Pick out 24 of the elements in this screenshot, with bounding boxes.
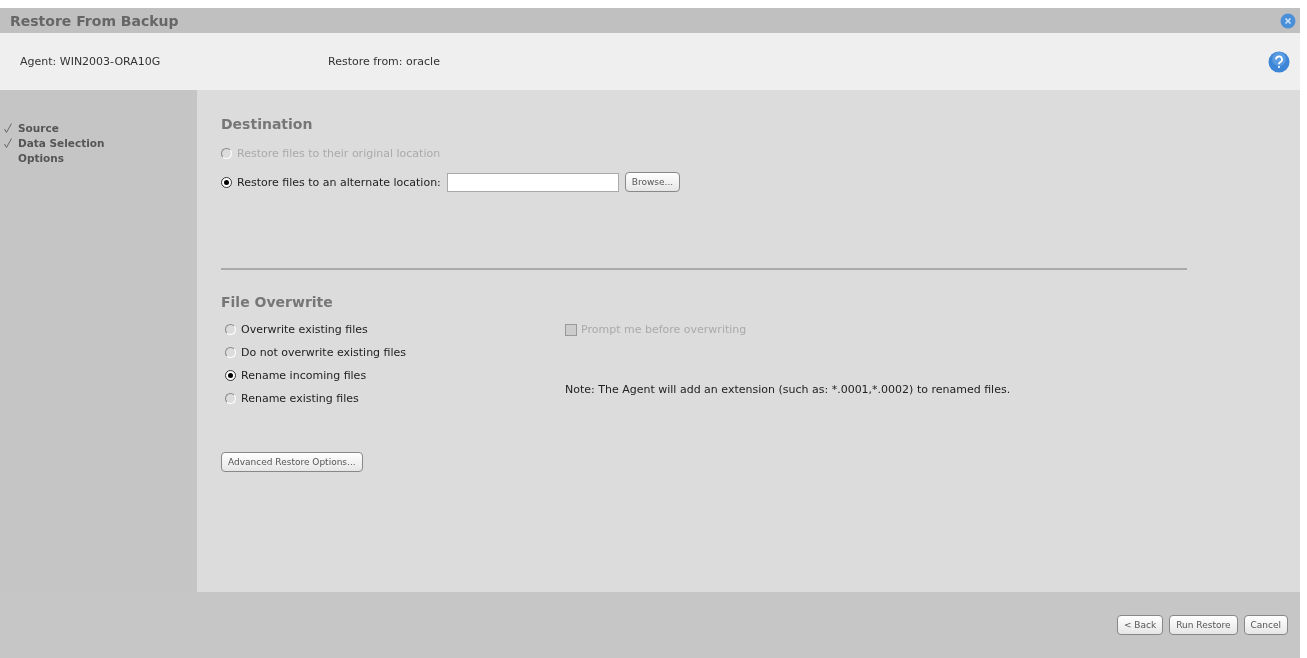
radio-button[interactable]: Restore files to an alternate location: [221,175,441,189]
radio-button[interactable]: Rename incoming files [225,369,565,382]
footer-button[interactable]: Cancel [1243,615,1288,635]
advanced-options-button[interactable]: Advanced Restore Options... [221,452,363,472]
sidebar-item[interactable]: Options [18,151,64,164]
footer-button[interactable]: < Back [1116,615,1164,635]
section-heading: File Overwrite [221,294,333,310]
section-heading: Destination [221,116,313,132]
path-field[interactable] [446,172,619,192]
browse-button[interactable]: Browse... [624,172,681,192]
close-icon[interactable] [1280,12,1296,29]
radio-icon[interactable] [221,176,232,188]
radio-button[interactable]: Overwrite existing files [225,323,565,336]
radio-button[interactable]: Do not overwrite existing files [225,346,565,359]
sidebar-item[interactable]: Source [18,121,59,134]
restore-from-label: Restore from: oracle [328,55,441,68]
radio-icon[interactable] [225,370,236,381]
sidebar-item[interactable]: Data Selection [18,136,105,149]
window-title: Restore From Backup [10,12,179,29]
footer-button[interactable]: Run Restore [1169,615,1238,635]
note-text: Note: The Agent will add an extension (such as: *.0001,*.0002) to renamed files. [565,383,1011,396]
help-icon[interactable] [1268,50,1290,73]
radio-button[interactable]: Rename existing files [225,392,565,405]
agent-label: Agent: WIN2003-ORA10G [20,55,162,68]
